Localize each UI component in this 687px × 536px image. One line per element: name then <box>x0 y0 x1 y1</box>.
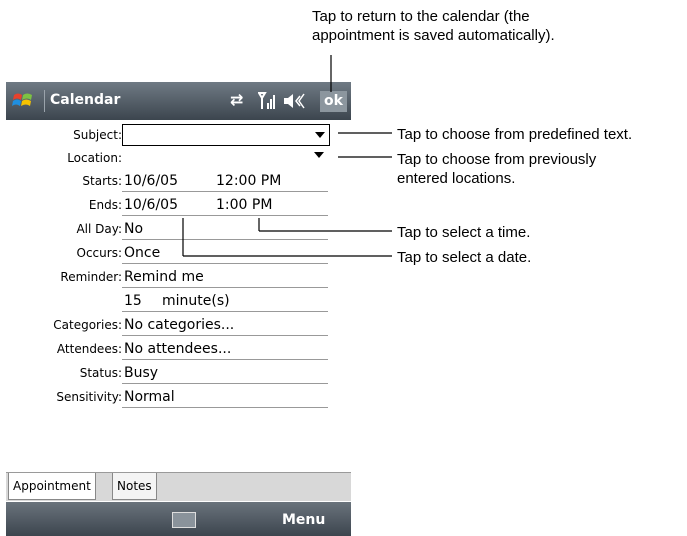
callout-lines <box>182 55 392 257</box>
